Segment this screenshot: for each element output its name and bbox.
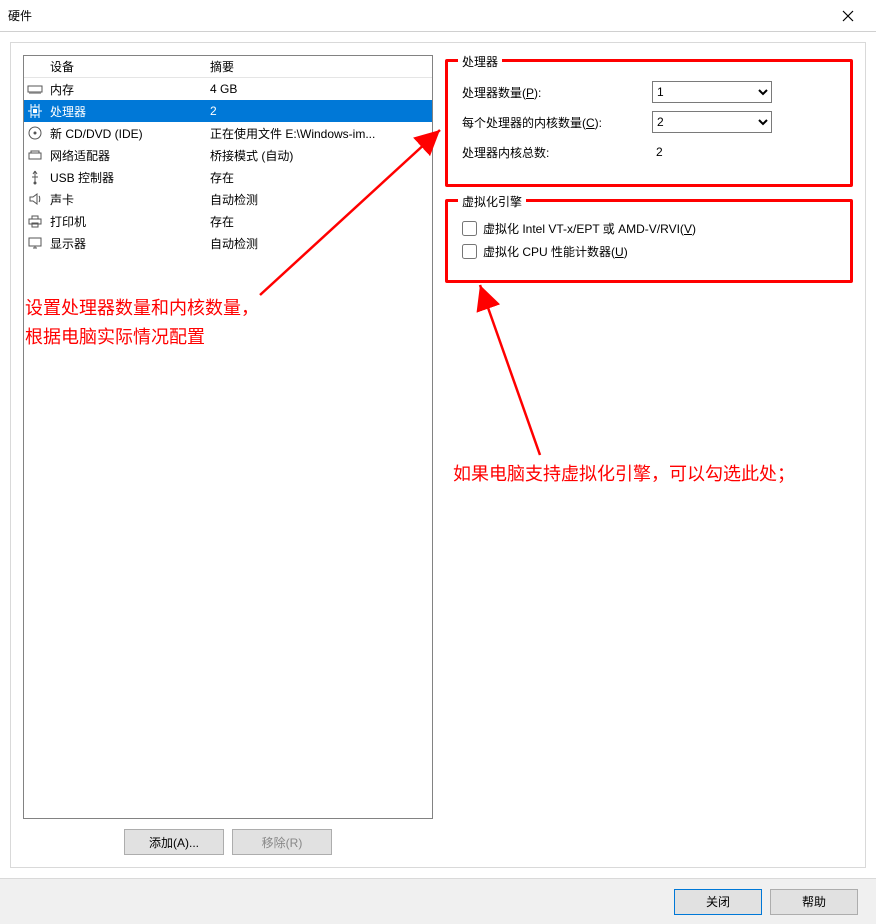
processor-legend: 处理器 [458,53,502,70]
total-cores-value: 2 [652,145,836,159]
device-summary: 自动检测 [206,191,432,208]
device-summary: 存在 [206,169,432,186]
nic-icon [24,147,46,163]
device-summary: 4 GB [206,82,432,96]
window-title: 硬件 [8,7,828,24]
virtualization-legend: 虚拟化引擎 [458,193,526,210]
column-device[interactable]: 设备 [46,58,206,75]
device-row-usb[interactable]: USB 控制器存在 [24,166,432,188]
device-row-display[interactable]: 显示器自动检测 [24,232,432,254]
left-column: 设备 摘要 内存4 GB处理器2新 CD/DVD (IDE)正在使用文件 E:\… [23,55,433,855]
device-name: 网络适配器 [46,147,206,164]
device-name: 打印机 [46,213,206,230]
list-actions: 添加(A)... 移除(R) [23,829,433,855]
device-row-cd[interactable]: 新 CD/DVD (IDE)正在使用文件 E:\Windows-im... [24,122,432,144]
usb-icon [24,169,46,185]
dialog-content: 设备 摘要 内存4 GB处理器2新 CD/DVD (IDE)正在使用文件 E:\… [10,42,866,868]
num-processors-select[interactable]: 1 [652,81,772,103]
virtualization-group: 虚拟化引擎 虚拟化 Intel VT-x/EPT 或 AMD-V/RVI(V) … [445,199,853,283]
virt-vtx-label[interactable]: 虚拟化 Intel VT-x/EPT 或 AMD-V/RVI(V) [483,220,696,237]
device-name: 处理器 [46,103,206,120]
device-name: 新 CD/DVD (IDE) [46,125,206,142]
device-row-nic[interactable]: 网络适配器桥接模式 (自动) [24,144,432,166]
cores-per-processor-select[interactable]: 2 [652,111,772,133]
close-icon[interactable] [828,0,868,31]
device-summary: 自动检测 [206,235,432,252]
cd-icon [24,125,46,141]
device-summary: 正在使用文件 E:\Windows-im... [206,125,432,142]
column-summary[interactable]: 摘要 [206,58,432,75]
cpu-icon [24,103,46,119]
cores-per-processor-label: 每个处理器的内核数量(C): [462,114,652,131]
virt-vtx-checkbox[interactable] [462,221,477,236]
virt-perfcounter-checkbox[interactable] [462,244,477,259]
display-icon [24,235,46,251]
add-button[interactable]: 添加(A)... [124,829,224,855]
device-name: 显示器 [46,235,206,252]
device-row-printer[interactable]: 打印机存在 [24,210,432,232]
device-summary: 2 [206,104,432,118]
right-column: 处理器 处理器数量(P): 1 每个处理器的内核数量(C): 2 处理器内核总数… [445,55,853,855]
processor-group: 处理器 处理器数量(P): 1 每个处理器的内核数量(C): 2 处理器内核总数… [445,59,853,187]
device-row-memory[interactable]: 内存4 GB [24,78,432,100]
device-summary: 存在 [206,213,432,230]
titlebar: 硬件 [0,0,876,32]
device-summary: 桥接模式 (自动) [206,147,432,164]
num-processors-label: 处理器数量(P): [462,84,652,101]
memory-icon [24,81,46,97]
close-button[interactable]: 关闭 [674,889,762,915]
total-cores-label: 处理器内核总数: [462,144,652,161]
device-list-header: 设备 摘要 [24,56,432,78]
sound-icon [24,191,46,207]
remove-button: 移除(R) [232,829,332,855]
help-button[interactable]: 帮助 [770,889,858,915]
device-name: 内存 [46,81,206,98]
device-row-cpu[interactable]: 处理器2 [24,100,432,122]
virt-perfcounter-label[interactable]: 虚拟化 CPU 性能计数器(U) [483,243,628,260]
device-list[interactable]: 设备 摘要 内存4 GB处理器2新 CD/DVD (IDE)正在使用文件 E:\… [23,55,433,819]
device-name: USB 控制器 [46,169,206,186]
device-row-sound[interactable]: 声卡自动检测 [24,188,432,210]
dialog-footer: 关闭 帮助 [0,878,876,924]
printer-icon [24,213,46,229]
device-name: 声卡 [46,191,206,208]
